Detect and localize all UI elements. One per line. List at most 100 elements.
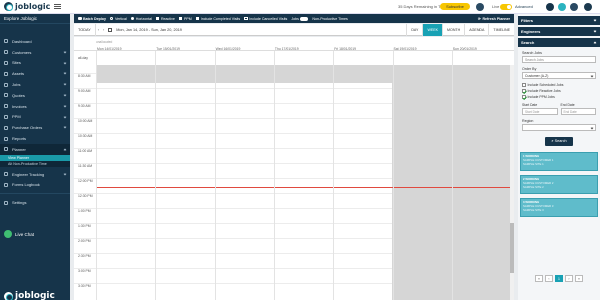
sidebar-item-purchase-orders[interactable]: Purchase Orders — [0, 122, 70, 133]
sidebar-item-forms-logbook[interactable]: Forms Logbook — [0, 180, 70, 191]
refresh-planner-button[interactable]: ⟳ Refresh Planner — [478, 17, 510, 21]
job-card[interactable]: 2 WORKING SAMPLE CUSTOMER 2 SAMPLE SITE … — [520, 175, 598, 194]
day-column-header[interactable]: Sun 20/01/2019 — [453, 47, 477, 51]
end-date-input[interactable]: End Date — [560, 108, 596, 115]
filters-header[interactable]: Filters — [518, 16, 600, 25]
search-jobs-input[interactable]: Search Jobs — [522, 56, 596, 63]
chat-icon — [4, 230, 12, 238]
reactive-checkbox[interactable]: Reactive — [155, 16, 175, 21]
time-label: 8:30 AM — [78, 74, 91, 78]
job-site: SAMPLE SITE 2 — [523, 185, 544, 189]
ppm-icon — [4, 114, 8, 119]
day-column-header[interactable]: Mon 14/01/2019 — [97, 47, 122, 51]
include-completed-checkbox[interactable]: Include Completed Visits — [195, 16, 240, 21]
include-ppm-checkbox[interactable]: Include PPM Jobs — [518, 95, 600, 99]
search-jobs-label: Search Jobs — [522, 51, 542, 55]
user-avatar-icon[interactable] — [546, 3, 554, 11]
include-cancelled-checkbox[interactable]: Include Cancelled Visits — [244, 17, 287, 21]
checkbox-include-cancelled[interactable] — [244, 16, 248, 21]
jobs-toggle[interactable] — [300, 16, 309, 21]
radio-horizontal[interactable] — [130, 16, 135, 21]
pager-next-button[interactable]: › — [565, 275, 573, 282]
order-by-select[interactable]: Customer (A-Z) — [522, 72, 596, 79]
include-scheduled-checkbox[interactable]: Include Scheduled Jobs — [518, 83, 600, 87]
sidebar-item-settings[interactable]: Settings — [0, 197, 70, 208]
view-day-button[interactable]: DAY — [406, 24, 422, 36]
sidebar-item-assets[interactable]: Assets — [0, 68, 70, 79]
pager-first-button[interactable]: « — [535, 275, 543, 282]
jobs-toggle-group[interactable]: Jobs — [291, 16, 309, 21]
today-button[interactable]: TODAY — [74, 23, 96, 36]
sidebar-item-ppm[interactable]: PPM — [0, 112, 70, 123]
chevron-down-icon — [63, 104, 67, 108]
chevron-down-icon — [593, 29, 597, 33]
prev-week-button[interactable]: ‹ — [98, 28, 99, 32]
checkbox-ppm-jobs[interactable] — [522, 95, 526, 99]
ppm-checkbox[interactable]: PPM — [178, 16, 192, 21]
sidebar-item-quotes[interactable]: Quotes — [0, 90, 70, 101]
view-timeline-button[interactable]: TIMELINE — [488, 24, 514, 36]
sidebar-divider — [0, 193, 70, 195]
menu-icon[interactable] — [54, 4, 62, 9]
vertical-radio[interactable]: Vertical — [109, 16, 127, 21]
engineers-header[interactable]: Engineers — [518, 27, 600, 36]
brand-logo[interactable]: joblogic — [0, 2, 70, 11]
reports-icon — [4, 136, 8, 141]
all-day-slot[interactable] — [96, 65, 512, 73]
job-pager: « ‹ 1 › » — [535, 275, 583, 282]
search-header[interactable]: Search — [518, 38, 600, 47]
region-select[interactable] — [522, 124, 596, 131]
search-button[interactable]: ⌕ Search — [545, 137, 573, 146]
sidebar-item-dashboard[interactable]: Dashboard — [0, 36, 70, 47]
notifications-icon[interactable] — [558, 3, 566, 11]
joblogic-logo-icon — [4, 2, 13, 11]
start-date-group: Start Date Start Date — [522, 103, 558, 115]
subscribe-button[interactable]: Subscribe — [440, 3, 470, 10]
sidebar-item-reports[interactable]: Reports — [0, 133, 70, 144]
time-label: 1:00 PM — [78, 209, 91, 213]
sidebar-item-jobs[interactable]: Jobs — [0, 79, 70, 90]
view-week-button[interactable]: WEEK — [422, 24, 443, 36]
checkbox-ppm[interactable] — [178, 16, 183, 21]
batch-deploy-button[interactable]: Batch Deploy — [78, 17, 106, 21]
account-avatar[interactable] — [584, 3, 592, 11]
live-toggle[interactable] — [500, 4, 512, 10]
radio-vertical[interactable] — [109, 16, 114, 21]
job-card[interactable]: 3 WORKING SAMPLE CUSTOMER 3 SAMPLE SITE … — [520, 198, 598, 217]
sidebar-item-planner[interactable]: Planner — [0, 143, 70, 155]
checkbox-scheduled[interactable] — [522, 83, 526, 87]
help-icon[interactable] — [476, 3, 484, 11]
view-month-button[interactable]: MONTH — [442, 24, 464, 36]
chevron-down-icon — [63, 50, 67, 54]
calendar-scrollbar-thumb[interactable] — [510, 223, 514, 273]
pager-last-button[interactable]: » — [575, 275, 583, 282]
day-column-header[interactable]: Thu 17/01/2019 — [275, 47, 299, 51]
include-reactive-checkbox[interactable]: Include Reactive Jobs — [518, 89, 600, 93]
start-date-input[interactable]: Start Date — [522, 108, 558, 115]
checkbox-reactive[interactable] — [155, 16, 160, 21]
refresh-icon: ⟳ — [477, 16, 481, 21]
day-column-header[interactable]: Tue 15/01/2019 — [156, 47, 180, 51]
sidebar-subitem-non-productive-time[interactable]: Alt Non-Productive Time — [0, 160, 70, 167]
next-week-button[interactable]: › — [103, 28, 104, 32]
view-agenda-button[interactable]: AGENDA — [464, 24, 488, 36]
job-card[interactable]: 1 WORKING SAMPLE CUSTOMER 1 SAMPLE SITE … — [520, 152, 598, 171]
profile-icon[interactable] — [570, 3, 578, 11]
chevron-down-icon — [590, 74, 594, 77]
pager-current-page[interactable]: 1 — [555, 275, 563, 282]
pager-prev-button[interactable]: ‹ — [545, 275, 553, 282]
sidebar-item-customers[interactable]: Customers — [0, 47, 70, 58]
sidebar-item-sites[interactable]: Sites — [0, 58, 70, 69]
sidebar-item-engineer-tracking[interactable]: Engineer Tracking — [0, 169, 70, 180]
filters-title: Filters — [521, 18, 534, 23]
company-switcher[interactable]: Explore Joblogic — [0, 14, 70, 24]
day-column-header[interactable]: Sat 19/01/2019 — [394, 47, 417, 51]
checkbox-include-completed[interactable] — [195, 16, 200, 21]
calendar-grid: unallocated all-day Mon 14/01/2019 Tue 15… — [74, 37, 514, 300]
live-chat-button[interactable]: Live Chat — [4, 230, 34, 238]
horizontal-radio[interactable]: Horizontal — [130, 16, 152, 21]
checkbox-reactive-jobs[interactable] — [522, 89, 526, 93]
sidebar-item-invoices[interactable]: Invoices — [0, 101, 70, 112]
day-column-header[interactable]: Wed 16/01/2019 — [216, 47, 241, 51]
day-column-header[interactable]: Fri 18/01/2019 — [334, 47, 356, 51]
